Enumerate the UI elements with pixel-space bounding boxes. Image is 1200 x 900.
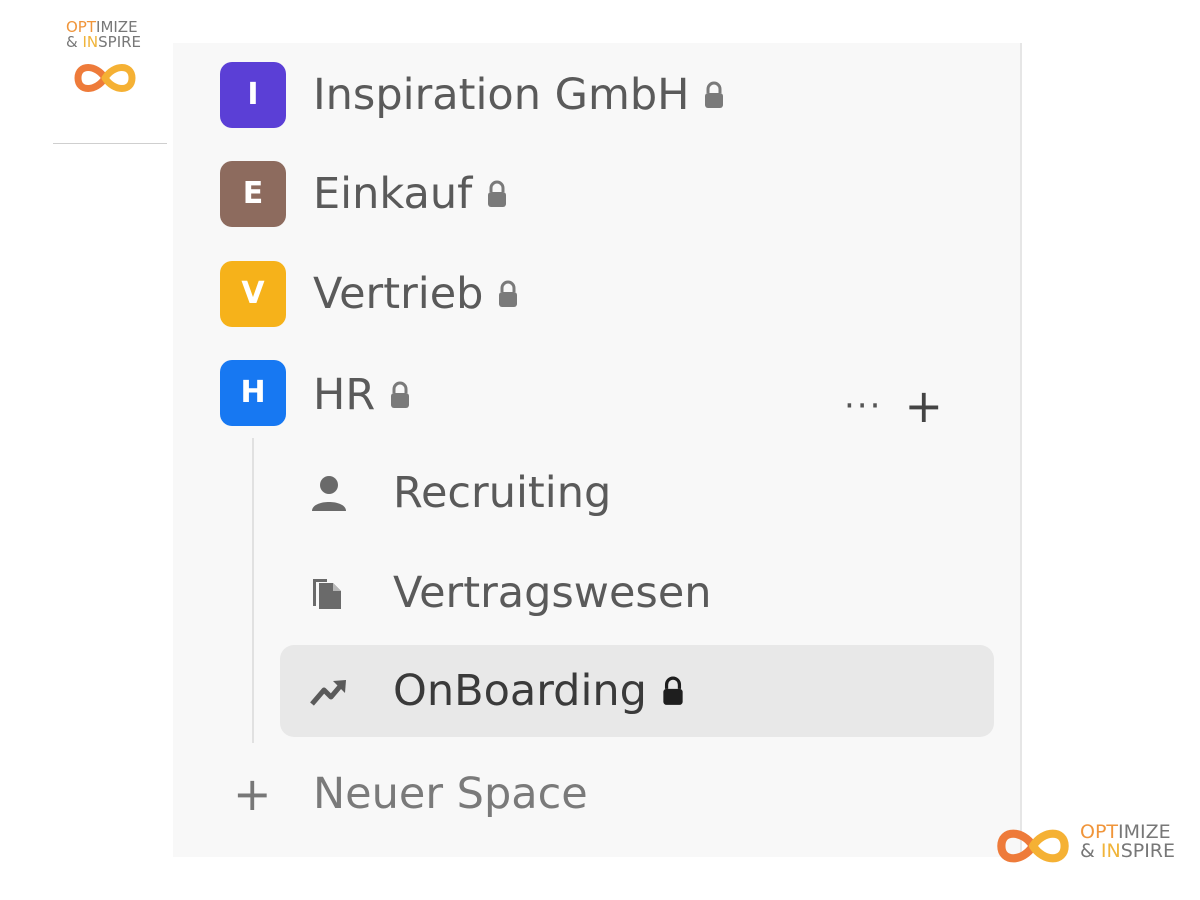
page-label: Recruiting xyxy=(393,468,612,518)
logo-wordmark: OPTIMIZE & INSPIRE xyxy=(66,18,142,51)
logo-top-left: OPTIMIZE & INSPIRE xyxy=(60,20,170,100)
space-item-einkauf[interactable]: E Einkauf xyxy=(173,159,1022,229)
plus-icon: + xyxy=(233,767,272,821)
hr-actions: ··· + xyxy=(844,376,943,436)
person-icon xyxy=(312,476,346,511)
lock-icon xyxy=(705,81,724,108)
space-item-inspiration-gmbh[interactable]: I Inspiration GmbH xyxy=(173,60,1022,130)
spaces-sidebar: I Inspiration GmbH E Einkauf V Vertrieb xyxy=(173,43,1022,857)
page-item-onboarding[interactable]: OnBoarding xyxy=(173,656,1022,726)
space-label: Vertrieb xyxy=(313,269,484,319)
page-label: Vertragswesen xyxy=(393,568,712,618)
new-space-label: Neuer Space xyxy=(313,769,588,819)
add-page-button[interactable]: + xyxy=(904,376,943,436)
space-avatar: E xyxy=(220,161,286,227)
space-avatar: I xyxy=(220,62,286,128)
infinity-logo-icon xyxy=(997,829,1069,863)
logo-bottom-right: OPTIMIZE & INSPIRE xyxy=(992,818,1182,878)
space-item-vertrieb[interactable]: V Vertrieb xyxy=(173,259,1022,329)
trend-icon xyxy=(310,680,346,706)
logo-wordmark: OPTIMIZE & INSPIRE xyxy=(1080,821,1176,862)
space-label: Einkauf xyxy=(313,169,473,219)
logo-divider xyxy=(53,143,167,144)
lock-icon xyxy=(499,280,518,307)
space-label: HR xyxy=(313,370,376,420)
page-item-vertragswesen[interactable]: Vertragswesen xyxy=(173,558,1022,628)
lock-icon xyxy=(488,180,507,207)
documents-icon xyxy=(313,579,341,609)
space-avatar: V xyxy=(220,261,286,327)
lock-icon xyxy=(663,676,683,705)
infinity-logo-icon xyxy=(74,64,136,92)
page-label: OnBoarding xyxy=(393,666,647,716)
space-avatar: H xyxy=(220,360,286,426)
more-options-button[interactable]: ··· xyxy=(844,376,882,436)
space-label: Inspiration GmbH xyxy=(313,70,690,120)
new-space-button[interactable]: + Neuer Space xyxy=(173,759,1022,829)
page-item-recruiting[interactable]: Recruiting xyxy=(173,458,1022,528)
lock-icon xyxy=(391,381,410,408)
